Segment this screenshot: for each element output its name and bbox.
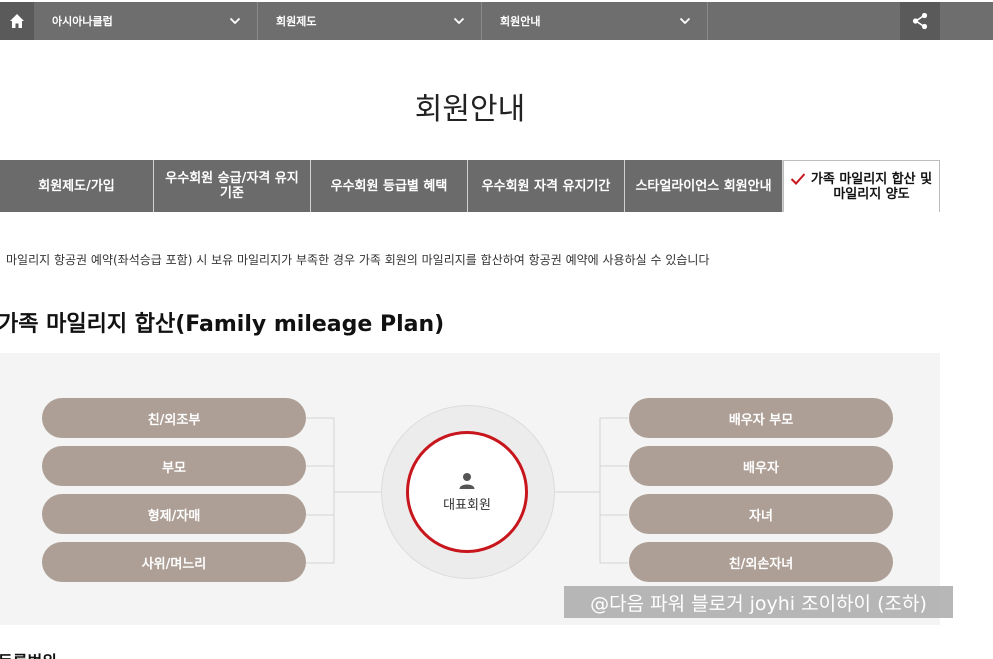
watermark: @다음 파워 블로거 joyhi 조이하이 (조하) <box>564 586 953 618</box>
tab-family-mileage[interactable]: 가족 마일리지 합산 및 마일리지 양도 <box>783 160 940 212</box>
home-button[interactable] <box>0 2 34 40</box>
relation-pill: 배우자 <box>629 446 893 486</box>
home-icon <box>10 14 24 28</box>
relation-pill: 형제/자매 <box>42 494 306 534</box>
nav-select-membership[interactable]: 회원제도 <box>258 2 482 40</box>
share-button[interactable] <box>900 2 940 40</box>
top-nav: 아시아나클럽 회원제도 회원안내 <box>0 2 993 40</box>
center-member-circle: 대표회원 <box>406 431 528 553</box>
person-icon <box>459 472 475 489</box>
nav-select-member-info[interactable]: 회원안내 <box>482 2 708 40</box>
tab-elite-period[interactable]: 우수회원 자격 유지기간 <box>468 160 625 212</box>
bottom-heading: 등록범위 <box>0 648 57 659</box>
page-title: 회원안내 <box>414 92 526 127</box>
section-title: 가족 마일리지 합산(Family mileage Plan) <box>0 312 445 337</box>
chevron-down-icon <box>453 17 465 25</box>
relation-pill: 친/외조부 <box>42 398 306 438</box>
share-icon <box>912 12 928 30</box>
tab-star-alliance[interactable]: 스타얼라이언스 회원안내 <box>625 160 783 212</box>
relation-pill: 자녀 <box>629 494 893 534</box>
relation-pill: 친/외손자녀 <box>629 542 893 582</box>
description-text: 마일리지 항공권 예약(좌석승급 포함) 시 보유 마일리지가 부족한 경우 가… <box>6 253 710 267</box>
relation-pill: 사위/며느리 <box>42 542 306 582</box>
chevron-down-icon <box>229 17 241 25</box>
tab-elite-qualification[interactable]: 우수회원 승급/자격 유지 기준 <box>154 160 311 212</box>
relation-pill: 배우자 부모 <box>629 398 893 438</box>
check-icon <box>790 173 806 185</box>
tab-membership-join[interactable]: 회원제도/가입 <box>0 160 154 212</box>
chevron-down-icon <box>679 17 691 25</box>
nav-select-club[interactable]: 아시아나클럽 <box>34 2 258 40</box>
center-member-label: 대표회원 <box>443 497 491 513</box>
relation-pill: 부모 <box>42 446 306 486</box>
tab-bar: 회원제도/가입 우수회원 승급/자격 유지 기준 우수회원 등급별 혜택 우수회… <box>0 160 940 212</box>
tab-elite-benefits[interactable]: 우수회원 등급별 혜택 <box>311 160 468 212</box>
family-diagram: 친/외조부 부모 형제/자매 사위/며느리 배우자 부모 배우자 자녀 친/외손… <box>0 353 940 625</box>
